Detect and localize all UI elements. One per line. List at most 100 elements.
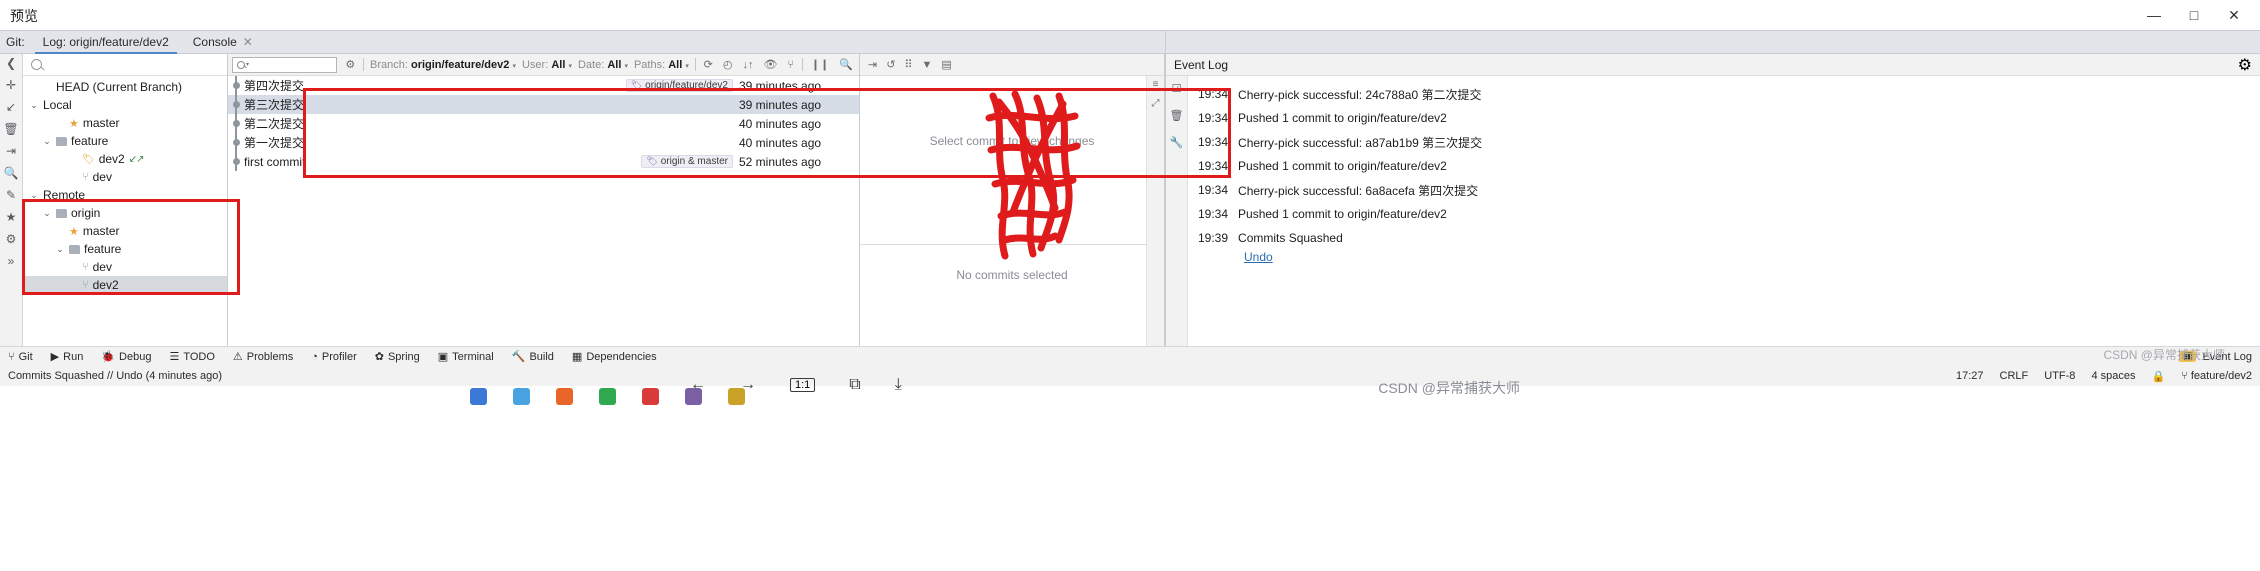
minimize-button[interactable]: — bbox=[2134, 1, 2174, 29]
branch-tree-item-local[interactable]: ⌄ Local bbox=[23, 96, 227, 114]
pause-icon[interactable]: ❙❙ bbox=[809, 58, 831, 71]
download-icon[interactable]: ⤓ bbox=[895, 376, 902, 394]
branch-tree-item-feature[interactable]: ⌄ feature bbox=[23, 132, 227, 150]
branch-tree-item-master[interactable]: ⌄★master bbox=[23, 114, 227, 132]
branch-search-input[interactable] bbox=[23, 54, 227, 76]
branch-tree-item-dev[interactable]: ⌄⑂dev bbox=[23, 168, 227, 186]
checkout-icon[interactable]: ↙ bbox=[6, 100, 16, 113]
search-icon[interactable]: 🔍 bbox=[4, 166, 19, 179]
tab-log-origin-feature-dev2[interactable]: Log: origin/feature/dev2 bbox=[31, 31, 181, 54]
commit-row[interactable]: 第三次提交 39 minutes ago bbox=[228, 95, 859, 114]
revert-icon[interactable]: ↺ bbox=[886, 58, 895, 71]
close-button[interactable]: ✕ bbox=[2214, 1, 2254, 29]
branch-tree-item-origin[interactable]: ⌄ origin bbox=[23, 204, 227, 222]
maximize-button[interactable]: □ bbox=[2174, 1, 2214, 29]
filter-date[interactable]: Date: All ▾ bbox=[578, 59, 628, 71]
toolwindow-button-git[interactable]: ⑂ Git bbox=[0, 347, 41, 367]
filter-user[interactable]: User: All ▾ bbox=[522, 59, 572, 71]
refresh-icon[interactable]: ⟳ bbox=[702, 58, 715, 71]
sort-icon[interactable]: ↓↑ bbox=[740, 59, 755, 71]
edit-icon[interactable]: ✎ bbox=[6, 188, 16, 201]
commit-search-input[interactable]: ▾ bbox=[232, 56, 338, 73]
branch-tree-item-head-current-branch[interactable]: ⌄HEAD (Current Branch) bbox=[23, 78, 227, 96]
copy-icon[interactable]: ⧉ bbox=[849, 376, 860, 394]
chevron-down-icon[interactable]: ⌄ bbox=[29, 100, 39, 111]
branch-tree-item-remote[interactable]: ⌄ Remote bbox=[23, 186, 227, 204]
search-icon[interactable]: 🔍 bbox=[837, 58, 855, 71]
forward-icon[interactable]: → bbox=[740, 376, 756, 394]
branch-tree-item-dev[interactable]: ⌄⑂dev bbox=[23, 258, 227, 276]
gear-icon[interactable]: ⚙ bbox=[2238, 55, 2252, 75]
toolwindow-button-problems[interactable]: ⚠ Problems bbox=[225, 347, 301, 367]
line-separator[interactable]: CRLF bbox=[2000, 370, 2029, 382]
more-icon[interactable]: » bbox=[8, 254, 15, 267]
expand-view-icon[interactable]: ⤢ bbox=[1152, 98, 1160, 109]
branch-label-badge[interactable]: 🏷 origin & master bbox=[641, 155, 733, 168]
delete-icon[interactable]: 🗑 bbox=[1170, 109, 1184, 122]
toolwindow-button-run[interactable]: ▶ Run bbox=[43, 347, 92, 367]
back-icon[interactable]: ← bbox=[690, 376, 706, 394]
branch-tree-item-dev2[interactable]: ⌄⑂dev2 bbox=[23, 276, 227, 294]
chevron-down-icon: ▾ bbox=[512, 62, 516, 70]
branch-label-badge[interactable]: 🏷 origin/feature/dev2 bbox=[625, 79, 733, 92]
caret-position[interactable]: 17:27 bbox=[1956, 370, 1984, 382]
collapse-graph-icon[interactable]: ◴ bbox=[721, 58, 735, 71]
expand-icon[interactable]: ⇥ bbox=[868, 58, 877, 71]
group-icon[interactable]: ⠿ bbox=[904, 58, 912, 71]
status-message[interactable]: Commits Squashed // Undo (4 minutes ago) bbox=[0, 370, 222, 382]
filter-icon[interactable]: ▼ bbox=[922, 59, 933, 71]
branch-tree-item-label: feature bbox=[84, 242, 122, 256]
settings-icon[interactable]: 🔧 bbox=[1170, 136, 1184, 149]
list-icon[interactable]: ▤ bbox=[941, 58, 951, 71]
filter-settings-icon[interactable]: ⚙ bbox=[343, 58, 357, 71]
chevron-down-icon[interactable]: ⌄ bbox=[42, 136, 52, 147]
taskbar-icon-5[interactable] bbox=[642, 388, 659, 405]
toolwindow-button-build[interactable]: 🔨 Build bbox=[504, 347, 562, 367]
toolwindow-button-todo[interactable]: ☰ TODO bbox=[161, 347, 222, 367]
commit-row[interactable]: first commit 🏷 origin & master 52 minutes a… bbox=[228, 152, 859, 171]
list-view-icon[interactable]: ≡ bbox=[1153, 79, 1159, 90]
branch-tree-item-dev2[interactable]: ⌄🏷dev2↙↗ bbox=[23, 150, 227, 168]
toolwindow-button-debug[interactable]: 🐞 Debug bbox=[93, 347, 159, 367]
chevron-down-icon[interactable]: ⌄ bbox=[55, 244, 65, 255]
branch-tree-item-label: dev2 bbox=[92, 278, 119, 292]
delete-icon[interactable]: 🗑 bbox=[3, 122, 18, 135]
eye-icon[interactable]: 👁 bbox=[761, 58, 779, 71]
intellisort-icon[interactable]: ⑂ bbox=[785, 59, 796, 71]
mark-read-icon[interactable]: ☑ bbox=[1172, 82, 1182, 95]
taskbar-icon-4[interactable] bbox=[599, 388, 616, 405]
branch-tree-item-feature[interactable]: ⌄ feature bbox=[23, 240, 227, 258]
settings-icon[interactable]: ⚙ bbox=[6, 232, 17, 245]
toolwindow-button-dependencies[interactable]: ▦ Dependencies bbox=[564, 347, 665, 367]
current-branch[interactable]: ⑂ feature/dev2 bbox=[2181, 370, 2252, 382]
filter-branch[interactable]: Branch: origin/feature/dev2 ▾ bbox=[370, 59, 516, 71]
taskbar-icon-1[interactable] bbox=[470, 388, 487, 405]
commit-row[interactable]: 第二次提交 40 minutes ago bbox=[228, 114, 859, 133]
toolwindow-button-terminal[interactable]: ▣ Terminal bbox=[430, 347, 502, 367]
taskbar-icon-3[interactable] bbox=[556, 388, 573, 405]
search-icon bbox=[237, 60, 245, 69]
star-icon[interactable]: ★ bbox=[6, 210, 17, 223]
zoom-level[interactable]: 1:1 bbox=[790, 378, 816, 392]
commit-row[interactable]: 第四次提交 🏷 origin/feature/dev2 39 minutes ago bbox=[228, 76, 859, 95]
commit-row[interactable]: 第一次提交 40 minutes ago bbox=[228, 133, 859, 152]
indent-setting[interactable]: 4 spaces bbox=[2091, 370, 2135, 382]
taskbar-icon-2[interactable] bbox=[513, 388, 530, 405]
tab-console[interactable]: Console ✕ bbox=[181, 31, 265, 54]
chevron-down-icon[interactable]: ⌄ bbox=[42, 208, 52, 219]
toolwindow-button-spring[interactable]: ✿ Spring bbox=[367, 347, 428, 367]
lock-icon[interactable]: 🔒 bbox=[2151, 370, 2165, 383]
toolwindow-button-profiler[interactable]: ◔ Profiler bbox=[303, 347, 365, 367]
undo-link[interactable]: Undo bbox=[1244, 250, 2260, 264]
event-log-message: Pushed 1 commit to origin/feature/dev2 bbox=[1238, 111, 1447, 125]
close-icon[interactable]: ✕ bbox=[243, 35, 253, 49]
branch-tree-item-master[interactable]: ⌄★master bbox=[23, 222, 227, 240]
branch-tree-item-label: master bbox=[82, 116, 120, 130]
window-titlebar: 预览 — □ ✕ bbox=[0, 0, 2260, 30]
add-icon[interactable]: ✛ bbox=[6, 78, 16, 91]
merge-icon[interactable]: ⇥ bbox=[6, 144, 16, 157]
filter-paths[interactable]: Paths: All ▾ bbox=[634, 59, 689, 71]
collapse-icon[interactable]: ❮ bbox=[6, 56, 16, 69]
chevron-down-icon[interactable]: ⌄ bbox=[29, 190, 39, 201]
encoding[interactable]: UTF-8 bbox=[2044, 370, 2075, 382]
